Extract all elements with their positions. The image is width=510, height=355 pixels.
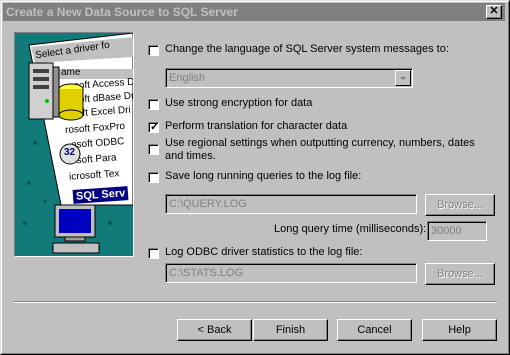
art-column-text: ame — [61, 67, 81, 78]
log-odbc-stats-label: Log ODBC driver statistics to the log fi… — [165, 246, 363, 258]
chevron-down-icon — [400, 77, 406, 80]
long-query-time-input[interactable]: 30000 — [427, 221, 487, 241]
strong-encryption-label: Use strong encryption for data — [165, 97, 313, 109]
footer-separator — [14, 301, 497, 303]
stats-log-path-value: C:\STATS.LOG — [169, 267, 244, 279]
odbc-badge-text: 32 — [64, 147, 76, 158]
browse-stats-log-button[interactable]: Browse... — [425, 263, 495, 285]
check-icon: ✓ — [150, 121, 160, 133]
close-button[interactable]: ✕ — [486, 5, 502, 19]
regional-settings-checkbox[interactable] — [148, 144, 159, 155]
wizard-illustration: Select a driver fo ame rosoft Access D r… — [14, 32, 134, 257]
long-query-time-value: 30000 — [431, 225, 462, 237]
language-dropdown-button[interactable] — [395, 70, 411, 86]
browse-query-log-button[interactable]: Browse... — [425, 194, 495, 216]
save-long-queries-label: Save long running queries to the log fil… — [165, 170, 362, 182]
close-icon: ✕ — [489, 5, 499, 17]
query-log-path-input[interactable]: C:\QUERY.LOG — [165, 194, 417, 214]
help-button[interactable]: Help — [422, 319, 497, 341]
language-value: English — [169, 72, 206, 84]
dialog-window: Create a New Data Source to SQL Server ✕… — [0, 0, 510, 355]
log-odbc-stats-checkbox[interactable] — [148, 248, 159, 259]
translation-checkbox[interactable]: ✓ — [148, 121, 160, 133]
save-long-queries-checkbox[interactable] — [148, 172, 159, 183]
finish-button[interactable]: Finish — [253, 319, 328, 341]
query-log-path-value: C:\QUERY.LOG — [169, 198, 247, 210]
language-dropdown[interactable]: English — [165, 68, 413, 88]
regional-settings-label: Use regional settings when outputting cu… — [165, 137, 475, 162]
stats-log-path-input[interactable]: C:\STATS.LOG — [165, 263, 417, 283]
title-bar: Create a New Data Source to SQL Server ✕ — [3, 3, 505, 21]
cancel-button[interactable]: Cancel — [337, 319, 412, 341]
window-title: Create a New Data Source to SQL Server — [6, 5, 238, 19]
strong-encryption-checkbox[interactable] — [148, 99, 159, 110]
language-checkbox[interactable] — [148, 45, 159, 56]
back-button[interactable]: < Back — [177, 319, 252, 341]
language-label: Change the language of SQL Server system… — [165, 43, 449, 55]
database-icon — [58, 83, 84, 121]
long-query-time-label: Long query time (milliseconds): — [274, 223, 427, 235]
translation-label: Perform translation for character data — [165, 120, 348, 132]
computer-icon — [52, 204, 100, 254]
